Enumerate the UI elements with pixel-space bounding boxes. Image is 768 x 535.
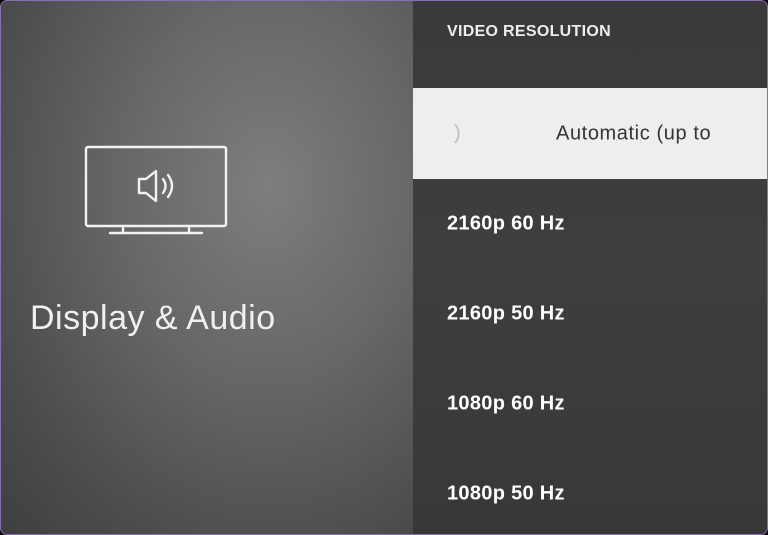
option-2160p-50hz[interactable]: 2160p 50 Hz xyxy=(413,269,767,359)
resolution-options-list: ) Automatic (up to 2160p 60 Hz 2160p 50 … xyxy=(413,88,767,534)
marquee-tail-text: ) xyxy=(454,121,461,144)
option-label: 1080p 60 Hz xyxy=(447,392,565,415)
option-1080p-50hz[interactable]: 1080p 50 Hz xyxy=(413,449,767,534)
tv-speaker-icon xyxy=(84,145,228,235)
video-resolution-panel: VIDEO RESOLUTION ) Automatic (up to 2160… xyxy=(413,1,767,534)
option-label: 2160p 50 Hz xyxy=(447,302,565,325)
option-1080p-60hz[interactable]: 1080p 60 Hz xyxy=(413,359,767,449)
option-label: 1080p 50 Hz xyxy=(447,482,565,505)
option-2160p-60hz[interactable]: 2160p 60 Hz xyxy=(413,179,767,269)
option-automatic[interactable]: ) Automatic (up to xyxy=(413,88,767,179)
option-label: 2160p 60 Hz xyxy=(447,212,565,235)
tv-settings-screen: Display & Audio VIDEO RESOLUTION ) Autom… xyxy=(1,1,767,534)
option-label: Automatic (up to xyxy=(556,122,712,144)
section-header: VIDEO RESOLUTION xyxy=(447,23,611,40)
category-panel: Display & Audio xyxy=(1,1,413,534)
category-title: Display & Audio xyxy=(30,299,276,337)
